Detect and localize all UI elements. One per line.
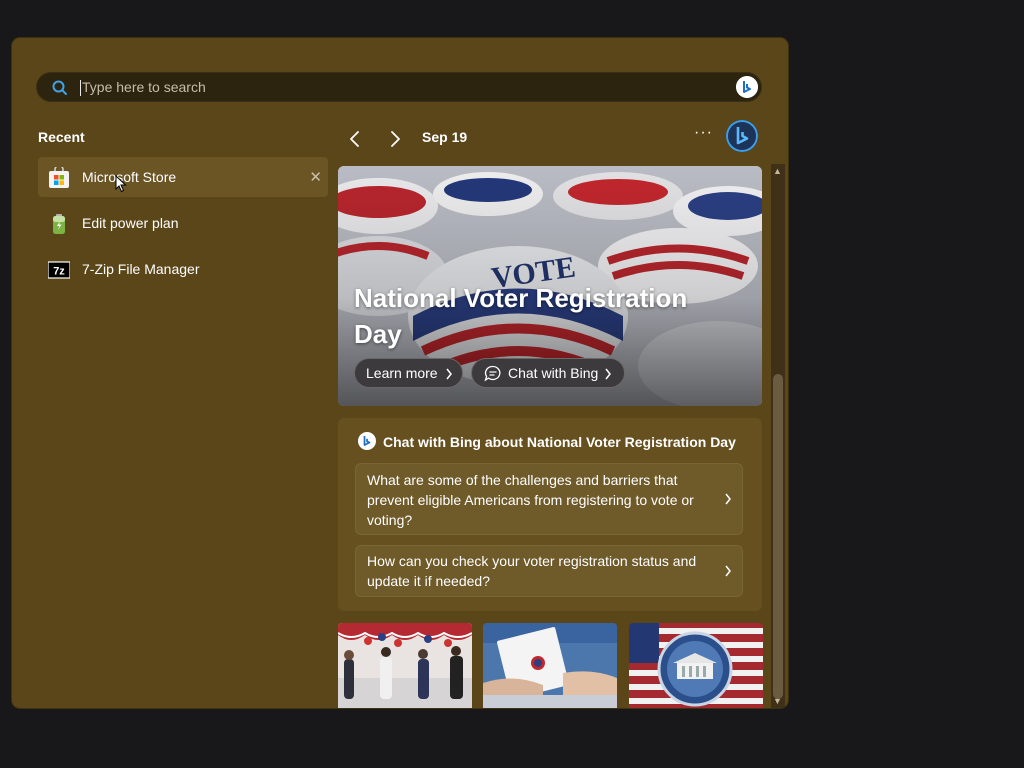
chat-suggestion-text: How can you check your voter registratio… [367, 553, 697, 589]
recent-heading: Recent [38, 129, 85, 145]
microsoft-store-icon [49, 167, 69, 188]
chat-suggestion-text: What are some of the challenges and barr… [367, 472, 694, 528]
chat-with-bing-button[interactable]: Chat with Bing [471, 358, 625, 388]
learn-more-button[interactable]: Learn more [354, 358, 463, 388]
feed-date: Sep 19 [422, 129, 468, 145]
bing-chat-icon[interactable] [736, 76, 758, 98]
recent-item-label: 7-Zip File Manager [82, 261, 200, 277]
hero-card[interactable]: VOTE National Voter Registration Day Lea… [338, 166, 762, 406]
chat-bubble-icon [484, 365, 501, 382]
chat-suggestion-1[interactable]: What are some of the challenges and barr… [355, 463, 743, 535]
svg-text:7z: 7z [53, 266, 65, 278]
feed-scrollbar[interactable]: ▲ ▼ [771, 164, 785, 708]
search-icon [52, 80, 67, 95]
mouse-cursor-icon [115, 175, 127, 193]
scroll-down-icon[interactable]: ▼ [773, 696, 782, 706]
bing-chat-suggestions-card: Chat with Bing about National Voter Regi… [338, 418, 762, 611]
search-input[interactable] [82, 77, 682, 97]
news-thumbnail-voters[interactable] [338, 623, 472, 708]
more-options-icon[interactable]: ··· [694, 124, 713, 142]
chat-suggestion-2[interactable]: How can you check your voter registratio… [355, 545, 743, 597]
chevron-right-icon[interactable] [384, 128, 406, 150]
text-caret [80, 80, 81, 96]
chat-card-heading: Chat with Bing about National Voter Regi… [383, 434, 736, 450]
chevron-right-icon [725, 565, 731, 577]
learn-more-label: Learn more [366, 365, 438, 381]
recent-item-label: Edit power plan [82, 215, 179, 231]
chevron-right-icon [725, 493, 731, 505]
scrollbar-thumb[interactable] [773, 374, 783, 699]
ballot-image [483, 623, 617, 708]
bing-icon [358, 432, 376, 450]
start-search-panel: Recent Microsoft Store ✕ Edit power plan… [12, 38, 788, 708]
chevron-right-icon [446, 368, 452, 380]
news-thumbnail-white-house[interactable] [629, 623, 763, 708]
7zip-icon: 7z [48, 261, 70, 279]
chevron-right-icon [605, 368, 611, 380]
recent-item-label: Microsoft Store [82, 169, 177, 185]
search-box[interactable] [36, 72, 762, 102]
recent-item-microsoft-store[interactable]: Microsoft Store ✕ [38, 157, 328, 197]
chat-with-bing-label: Chat with Bing [508, 365, 599, 381]
chevron-left-icon[interactable] [344, 128, 366, 150]
bing-icon[interactable] [726, 120, 758, 152]
scroll-up-icon[interactable]: ▲ [773, 166, 782, 176]
close-icon[interactable]: ✕ [309, 168, 322, 186]
voters-image [338, 623, 472, 708]
news-thumbnail-ballot[interactable] [483, 623, 617, 708]
white-house-seal-image [629, 623, 763, 708]
hero-title: National Voter Registration Day [354, 283, 688, 349]
recent-item-7zip[interactable]: 7z 7-Zip File Manager [38, 249, 328, 289]
recent-item-edit-power-plan[interactable]: Edit power plan [38, 203, 328, 243]
battery-icon [53, 214, 65, 234]
